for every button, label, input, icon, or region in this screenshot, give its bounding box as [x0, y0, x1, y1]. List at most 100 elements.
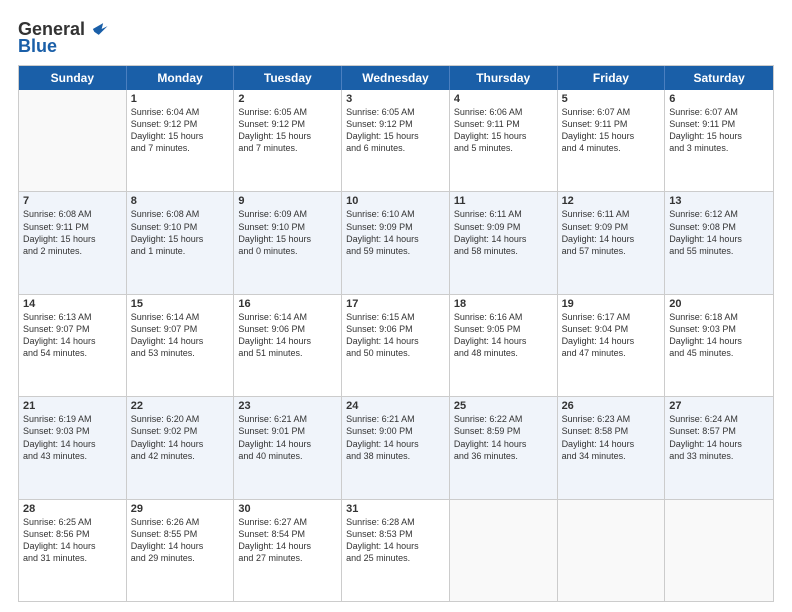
- day-cell: 6Sunrise: 6:07 AMSunset: 9:11 PMDaylight…: [665, 90, 773, 191]
- day-number: 18: [454, 298, 553, 310]
- day-number: 3: [346, 93, 445, 105]
- empty-cell: [558, 500, 666, 601]
- day-number: 20: [669, 298, 769, 310]
- cell-info: Sunrise: 6:12 AMSunset: 9:08 PMDaylight:…: [669, 208, 769, 257]
- cell-info: Sunrise: 6:25 AMSunset: 8:56 PMDaylight:…: [23, 516, 122, 565]
- cell-info: Sunrise: 6:17 AMSunset: 9:04 PMDaylight:…: [562, 311, 661, 360]
- logo-bird-icon: [87, 18, 109, 40]
- day-number: 28: [23, 503, 122, 515]
- day-cell: 5Sunrise: 6:07 AMSunset: 9:11 PMDaylight…: [558, 90, 666, 191]
- day-cell: 17Sunrise: 6:15 AMSunset: 9:06 PMDayligh…: [342, 295, 450, 396]
- day-cell: 20Sunrise: 6:18 AMSunset: 9:03 PMDayligh…: [665, 295, 773, 396]
- day-cell: 3Sunrise: 6:05 AMSunset: 9:12 PMDaylight…: [342, 90, 450, 191]
- empty-cell: [665, 500, 773, 601]
- day-cell: 15Sunrise: 6:14 AMSunset: 9:07 PMDayligh…: [127, 295, 235, 396]
- day-cell: 23Sunrise: 6:21 AMSunset: 9:01 PMDayligh…: [234, 397, 342, 498]
- weekday-label: Tuesday: [234, 66, 342, 90]
- day-cell: 22Sunrise: 6:20 AMSunset: 9:02 PMDayligh…: [127, 397, 235, 498]
- calendar-row: 28Sunrise: 6:25 AMSunset: 8:56 PMDayligh…: [19, 500, 773, 601]
- empty-cell: [19, 90, 127, 191]
- weekday-label: Monday: [127, 66, 235, 90]
- empty-cell: [450, 500, 558, 601]
- day-number: 14: [23, 298, 122, 310]
- day-number: 1: [131, 93, 230, 105]
- day-number: 25: [454, 400, 553, 412]
- weekday-label: Sunday: [19, 66, 127, 90]
- calendar: SundayMondayTuesdayWednesdayThursdayFrid…: [18, 65, 774, 602]
- cell-info: Sunrise: 6:09 AMSunset: 9:10 PMDaylight:…: [238, 208, 337, 257]
- day-number: 6: [669, 93, 769, 105]
- day-cell: 2Sunrise: 6:05 AMSunset: 9:12 PMDaylight…: [234, 90, 342, 191]
- calendar-row: 14Sunrise: 6:13 AMSunset: 9:07 PMDayligh…: [19, 295, 773, 397]
- day-number: 13: [669, 195, 769, 207]
- calendar-row: 21Sunrise: 6:19 AMSunset: 9:03 PMDayligh…: [19, 397, 773, 499]
- weekday-label: Wednesday: [342, 66, 450, 90]
- logo-blue: Blue: [18, 36, 57, 57]
- cell-info: Sunrise: 6:28 AMSunset: 8:53 PMDaylight:…: [346, 516, 445, 565]
- day-cell: 26Sunrise: 6:23 AMSunset: 8:58 PMDayligh…: [558, 397, 666, 498]
- logo: General Blue: [18, 18, 109, 57]
- day-number: 26: [562, 400, 661, 412]
- day-cell: 13Sunrise: 6:12 AMSunset: 9:08 PMDayligh…: [665, 192, 773, 293]
- day-cell: 30Sunrise: 6:27 AMSunset: 8:54 PMDayligh…: [234, 500, 342, 601]
- cell-info: Sunrise: 6:10 AMSunset: 9:09 PMDaylight:…: [346, 208, 445, 257]
- cell-info: Sunrise: 6:04 AMSunset: 9:12 PMDaylight:…: [131, 106, 230, 155]
- cell-info: Sunrise: 6:06 AMSunset: 9:11 PMDaylight:…: [454, 106, 553, 155]
- day-cell: 7Sunrise: 6:08 AMSunset: 9:11 PMDaylight…: [19, 192, 127, 293]
- calendar-body: 1Sunrise: 6:04 AMSunset: 9:12 PMDaylight…: [19, 90, 773, 601]
- day-number: 4: [454, 93, 553, 105]
- day-number: 23: [238, 400, 337, 412]
- day-number: 2: [238, 93, 337, 105]
- weekday-label: Saturday: [665, 66, 773, 90]
- cell-info: Sunrise: 6:21 AMSunset: 9:00 PMDaylight:…: [346, 413, 445, 462]
- cell-info: Sunrise: 6:21 AMSunset: 9:01 PMDaylight:…: [238, 413, 337, 462]
- day-number: 5: [562, 93, 661, 105]
- day-cell: 29Sunrise: 6:26 AMSunset: 8:55 PMDayligh…: [127, 500, 235, 601]
- page: General Blue SundayMondayTuesdayWednesda…: [0, 0, 792, 612]
- day-number: 19: [562, 298, 661, 310]
- day-cell: 21Sunrise: 6:19 AMSunset: 9:03 PMDayligh…: [19, 397, 127, 498]
- calendar-row: 7Sunrise: 6:08 AMSunset: 9:11 PMDaylight…: [19, 192, 773, 294]
- day-number: 8: [131, 195, 230, 207]
- cell-info: Sunrise: 6:27 AMSunset: 8:54 PMDaylight:…: [238, 516, 337, 565]
- day-number: 22: [131, 400, 230, 412]
- cell-info: Sunrise: 6:23 AMSunset: 8:58 PMDaylight:…: [562, 413, 661, 462]
- day-cell: 31Sunrise: 6:28 AMSunset: 8:53 PMDayligh…: [342, 500, 450, 601]
- cell-info: Sunrise: 6:08 AMSunset: 9:10 PMDaylight:…: [131, 208, 230, 257]
- calendar-header: SundayMondayTuesdayWednesdayThursdayFrid…: [19, 66, 773, 90]
- cell-info: Sunrise: 6:15 AMSunset: 9:06 PMDaylight:…: [346, 311, 445, 360]
- day-number: 12: [562, 195, 661, 207]
- day-number: 17: [346, 298, 445, 310]
- day-cell: 4Sunrise: 6:06 AMSunset: 9:11 PMDaylight…: [450, 90, 558, 191]
- day-cell: 27Sunrise: 6:24 AMSunset: 8:57 PMDayligh…: [665, 397, 773, 498]
- day-number: 27: [669, 400, 769, 412]
- cell-info: Sunrise: 6:11 AMSunset: 9:09 PMDaylight:…: [562, 208, 661, 257]
- day-number: 29: [131, 503, 230, 515]
- cell-info: Sunrise: 6:11 AMSunset: 9:09 PMDaylight:…: [454, 208, 553, 257]
- day-number: 10: [346, 195, 445, 207]
- day-cell: 18Sunrise: 6:16 AMSunset: 9:05 PMDayligh…: [450, 295, 558, 396]
- cell-info: Sunrise: 6:16 AMSunset: 9:05 PMDaylight:…: [454, 311, 553, 360]
- day-number: 15: [131, 298, 230, 310]
- day-cell: 12Sunrise: 6:11 AMSunset: 9:09 PMDayligh…: [558, 192, 666, 293]
- day-number: 9: [238, 195, 337, 207]
- day-cell: 8Sunrise: 6:08 AMSunset: 9:10 PMDaylight…: [127, 192, 235, 293]
- cell-info: Sunrise: 6:24 AMSunset: 8:57 PMDaylight:…: [669, 413, 769, 462]
- cell-info: Sunrise: 6:18 AMSunset: 9:03 PMDaylight:…: [669, 311, 769, 360]
- day-number: 31: [346, 503, 445, 515]
- day-number: 16: [238, 298, 337, 310]
- weekday-label: Friday: [558, 66, 666, 90]
- cell-info: Sunrise: 6:08 AMSunset: 9:11 PMDaylight:…: [23, 208, 122, 257]
- day-number: 30: [238, 503, 337, 515]
- day-number: 11: [454, 195, 553, 207]
- day-cell: 24Sunrise: 6:21 AMSunset: 9:00 PMDayligh…: [342, 397, 450, 498]
- cell-info: Sunrise: 6:22 AMSunset: 8:59 PMDaylight:…: [454, 413, 553, 462]
- cell-info: Sunrise: 6:07 AMSunset: 9:11 PMDaylight:…: [562, 106, 661, 155]
- weekday-label: Thursday: [450, 66, 558, 90]
- day-cell: 14Sunrise: 6:13 AMSunset: 9:07 PMDayligh…: [19, 295, 127, 396]
- day-cell: 19Sunrise: 6:17 AMSunset: 9:04 PMDayligh…: [558, 295, 666, 396]
- day-cell: 1Sunrise: 6:04 AMSunset: 9:12 PMDaylight…: [127, 90, 235, 191]
- day-cell: 25Sunrise: 6:22 AMSunset: 8:59 PMDayligh…: [450, 397, 558, 498]
- day-cell: 11Sunrise: 6:11 AMSunset: 9:09 PMDayligh…: [450, 192, 558, 293]
- cell-info: Sunrise: 6:14 AMSunset: 9:06 PMDaylight:…: [238, 311, 337, 360]
